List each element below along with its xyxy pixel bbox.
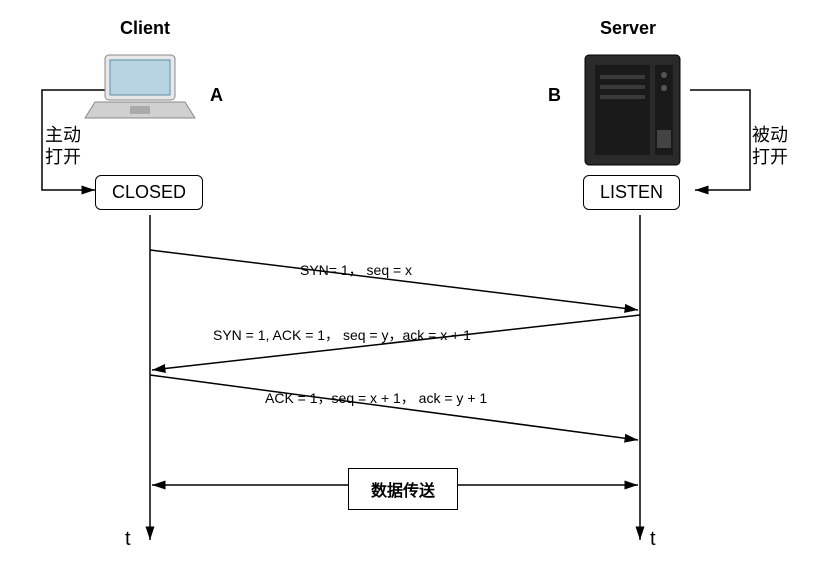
msg3-label: ACK = 1，seq = x + 1， ack = y + 1 bbox=[265, 388, 487, 408]
server-time-label: t bbox=[650, 528, 656, 551]
msg2-label: SYN = 1, ACK = 1， seq = y，ack = x + 1 bbox=[213, 325, 471, 345]
msg1-label: SYN= 1， seq = x bbox=[300, 260, 412, 280]
server-action-label: 被动 打开 bbox=[752, 125, 788, 168]
server-icon bbox=[585, 55, 680, 165]
client-state-box: CLOSED bbox=[95, 175, 203, 210]
client-action-label: 主动 打开 bbox=[45, 125, 81, 168]
client-letter: A bbox=[210, 85, 223, 106]
server-title: Server bbox=[600, 18, 656, 39]
server-state-box: LISTEN bbox=[583, 175, 680, 210]
laptop-icon bbox=[85, 55, 195, 118]
server-letter: B bbox=[548, 85, 561, 106]
client-time-label: t bbox=[125, 528, 131, 551]
client-title: Client bbox=[120, 18, 170, 39]
tcp-handshake-diagram: Client Server A B 主动 打开 被动 打开 CLOSED LIS… bbox=[0, 0, 813, 573]
data-transfer-box: 数据传送 bbox=[348, 468, 458, 510]
